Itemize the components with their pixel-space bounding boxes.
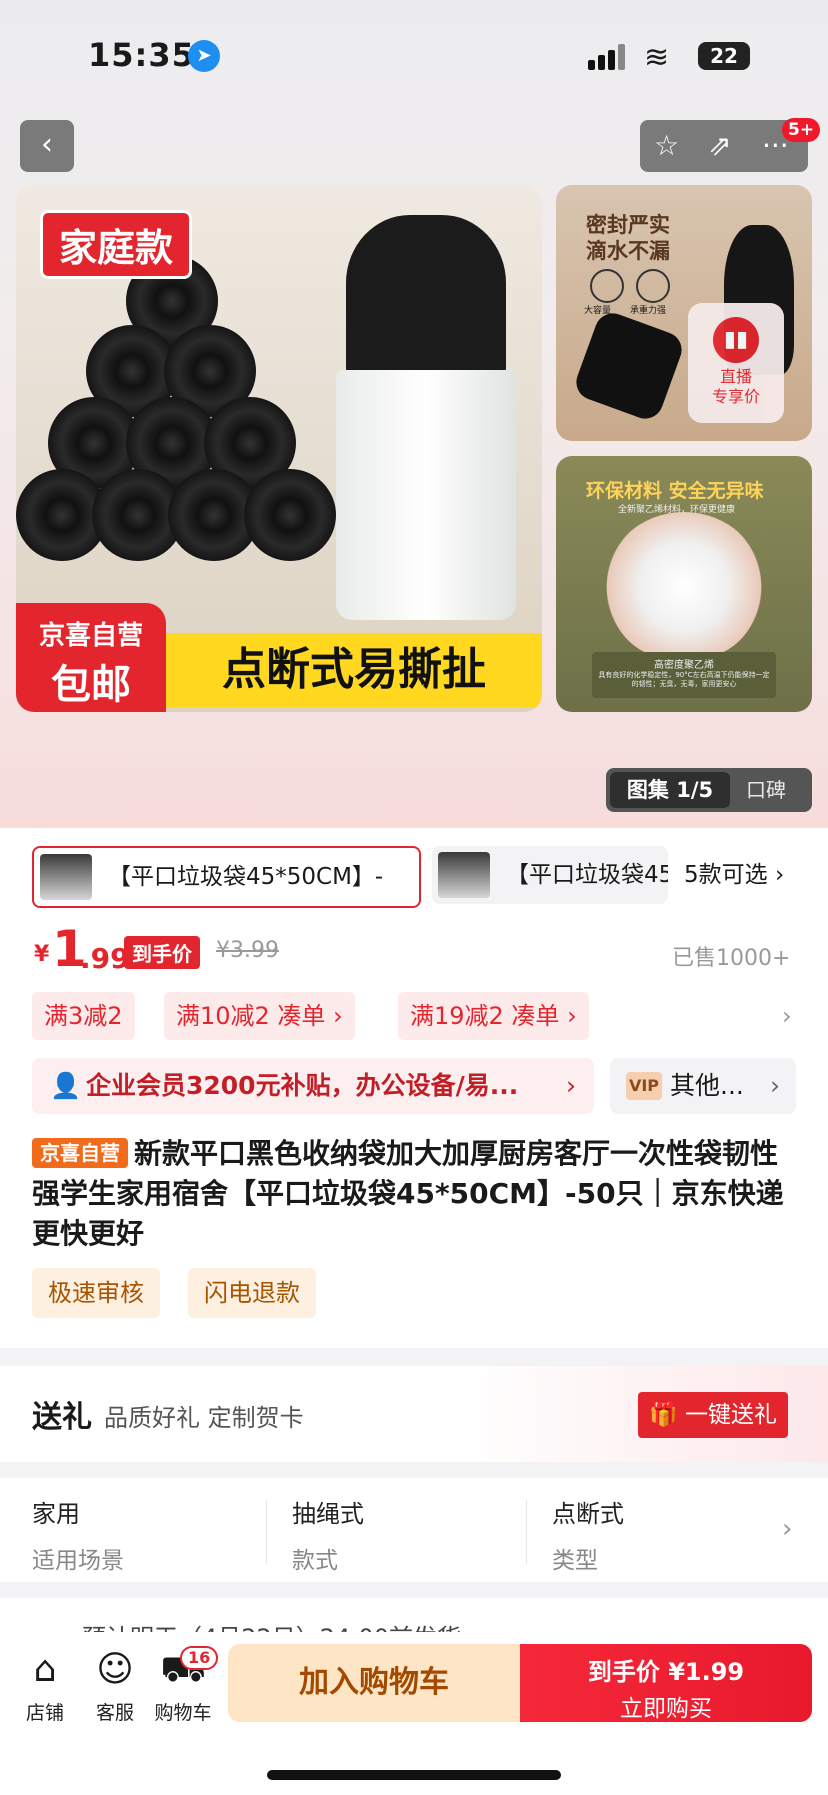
location-icon: ➤ — [188, 40, 220, 72]
send-gift-button[interactable]: 🎁 一键送礼 — [638, 1392, 788, 1438]
live-icon: ▮▮ — [713, 317, 759, 363]
buy-now-button[interactable]: 到手价 ¥1.99 立即购买 — [520, 1644, 812, 1722]
signal-icon — [588, 44, 628, 70]
cart-count-badge: 16 — [180, 1646, 219, 1670]
pellets-illustration — [604, 512, 764, 662]
variant-option-selected[interactable]: 【平口垃圾袋45*50CM】- — [32, 846, 421, 908]
other-benefits[interactable]: VIP 其他... › — [610, 1058, 796, 1114]
variant-label: 【平口垃圾袋45 — [506, 862, 668, 888]
wifi-icon: ≋ — [644, 40, 670, 75]
attribute-item: 点断式 类型 — [552, 1500, 624, 1574]
shop-icon: ⌂ — [33, 1649, 57, 1690]
coupon-chip[interactable]: 满19减2 凑单 › — [398, 992, 589, 1040]
price-symbol: ¥ — [34, 942, 50, 967]
variant-label: 【平口垃圾袋45*50CM】- — [108, 864, 384, 890]
store-badge: 京喜自营 — [32, 1138, 128, 1168]
coupons-chevron-icon[interactable]: › — [782, 1002, 792, 1030]
store-shipping-tag: 京喜自营 包邮 — [16, 603, 166, 712]
chevron-right-icon: › — [770, 1071, 780, 1100]
side-image-2[interactable]: 环保材料 安全无异味 全新聚乙烯材料，环保更健康 高密度聚乙烯 具有良好的化学稳… — [556, 456, 812, 712]
other-benefits-text: 其他... — [670, 1071, 744, 1100]
variant-thumbnail — [438, 852, 490, 898]
add-to-cart-button[interactable]: 加入购物车 — [228, 1644, 520, 1722]
status-time: 15:35 — [88, 36, 195, 74]
chevron-right-icon: › — [566, 1071, 576, 1100]
bag-closeup — [571, 308, 687, 424]
attribute-item: 抽绳式 款式 — [292, 1500, 364, 1574]
reviews-tab[interactable]: 口碑 — [746, 768, 786, 812]
message-badge: 5+ — [782, 118, 821, 142]
favorite-icon[interactable]: ☆ — [654, 120, 679, 172]
coupon-chip[interactable]: 满10减2 凑单 › — [164, 992, 355, 1040]
gift-subtitle: 品质好礼 定制贺卡 — [104, 1404, 304, 1432]
service-button[interactable]: ☺ 客服 — [80, 1648, 150, 1725]
coupon-chip[interactable]: 满3减2 — [32, 992, 135, 1040]
variant-option[interactable]: 【平口垃圾袋45 — [432, 846, 668, 904]
back-button[interactable]: ‹ — [20, 120, 74, 172]
more-variants-link[interactable]: 5款可选 › — [684, 846, 784, 904]
shop-button[interactable]: ⌂ 店铺 — [10, 1648, 80, 1725]
gift-heading: 送礼 — [32, 1400, 92, 1435]
home-indicator — [267, 1770, 561, 1780]
status-bar: 15:35 ➤ ≋ 22 — [0, 0, 828, 110]
person-icon: 👤 — [50, 1071, 82, 1100]
service-icon: ☺ — [96, 1649, 134, 1690]
feature-banner: 点断式易撕扯 — [166, 633, 542, 707]
final-price-tag: 到手价 — [124, 936, 200, 969]
share-icon[interactable]: ⇗ — [708, 120, 731, 172]
load-icon — [636, 269, 670, 303]
trash-bin-illustration — [336, 370, 516, 620]
attribute-item: 家用 适用场景 — [32, 1500, 124, 1574]
vip-icon: VIP — [626, 1072, 662, 1100]
gallery-pill[interactable]: 图集 1/5 口碑 — [606, 768, 812, 812]
sold-count: 已售1000+ — [672, 946, 791, 971]
variant-thumbnail — [40, 854, 92, 900]
battery-icon: 22 — [698, 42, 750, 70]
product-title: 京喜自营 新款平口黑色收纳袋加大加厚厨房客厅一次性袋韧性强学生家用宿舍【平口垃圾袋… — [32, 1134, 794, 1254]
live-price-badge[interactable]: ▮▮ 直播 专享价 — [688, 303, 784, 423]
product-title-text: 新款平口黑色收纳袋加大加厚厨房客厅一次性袋韧性强学生家用宿舍【平口垃圾袋45*5… — [32, 1137, 784, 1250]
member-benefit-banner[interactable]: 👤 企业会员3200元补贴，办公设备/易... › — [32, 1058, 594, 1114]
member-benefit-text: 企业会员3200元补贴，办公设备/易... — [86, 1071, 519, 1100]
trash-bag-illustration — [346, 215, 506, 385]
gift-row: 送礼 品质好礼 定制贺卡 🎁 一键送礼 — [0, 1366, 828, 1462]
side-image-1[interactable]: 密封严实 滴水不漏 大容量 承重力强 ▮▮ 直播 专享价 — [556, 185, 812, 441]
chevron-right-icon: › — [782, 1514, 793, 1544]
feature-tag: 闪电退款 — [188, 1268, 316, 1318]
attributes-row[interactable]: 家用 适用场景 抽绳式 款式 点断式 类型 › — [0, 1478, 828, 1582]
gallery-counter[interactable]: 图集 1/5 — [610, 772, 730, 808]
original-price: ¥3.99 — [216, 938, 279, 963]
capacity-icon — [590, 269, 624, 303]
price-decimal: .99 — [80, 942, 130, 975]
family-tag: 家庭款 — [40, 210, 193, 279]
feature-tag: 极速审核 — [32, 1268, 160, 1318]
